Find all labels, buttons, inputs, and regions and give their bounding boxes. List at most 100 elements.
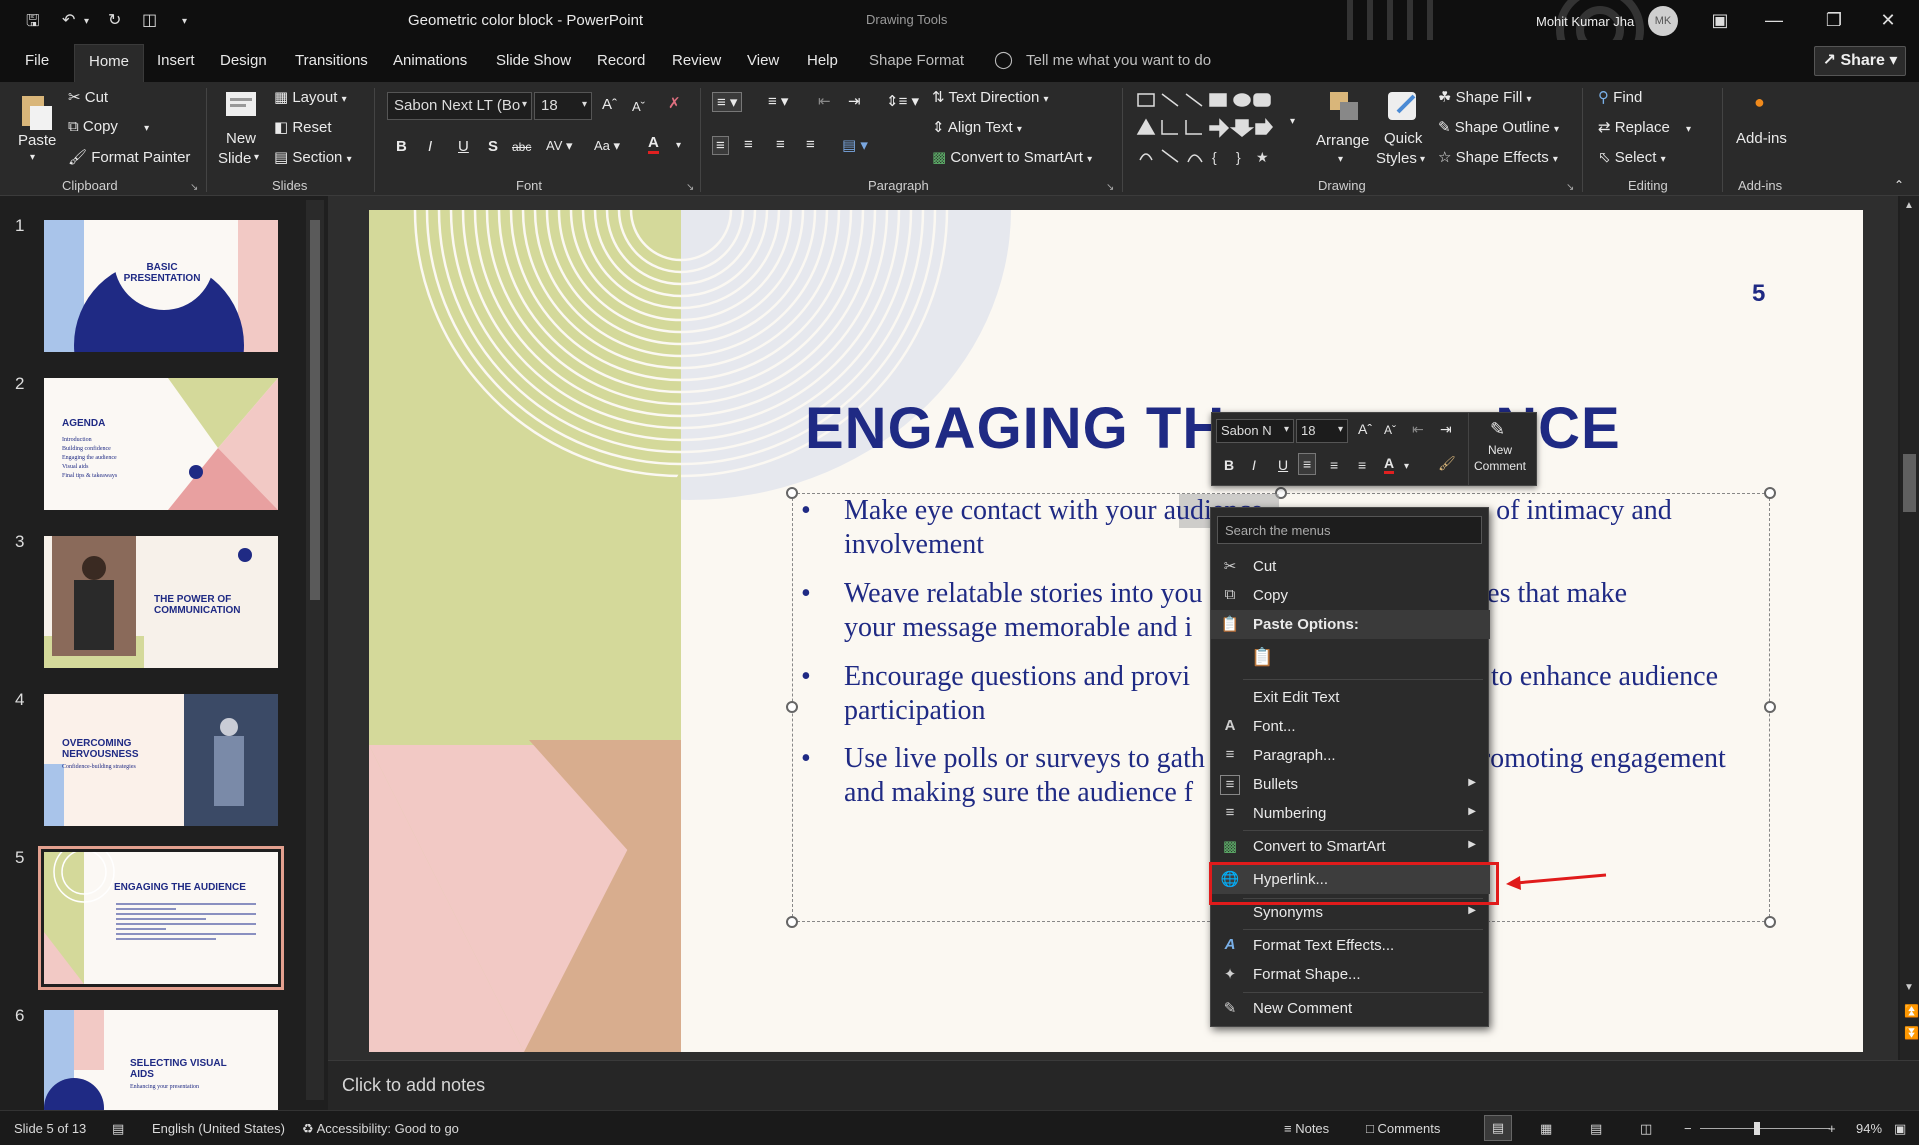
- collapse-ribbon-icon[interactable]: ⌃: [1894, 178, 1904, 192]
- arrange-icon[interactable]: [1326, 88, 1362, 124]
- resize-handle[interactable]: [1764, 487, 1776, 499]
- text-shadow-icon[interactable]: S: [488, 138, 498, 155]
- zoom-level[interactable]: 94%: [1856, 1121, 1882, 1136]
- tab-shape-format[interactable]: Shape Format: [869, 52, 964, 69]
- quick-styles-icon[interactable]: [1384, 88, 1420, 124]
- tab-animations[interactable]: Animations: [393, 52, 467, 69]
- previous-slide-icon[interactable]: ⏫: [1904, 1004, 1919, 1018]
- redo-icon[interactable]: ↻: [108, 10, 121, 32]
- font-color-icon[interactable]: A: [1384, 455, 1395, 474]
- font-color-dropdown-icon[interactable]: ▾: [1404, 461, 1409, 472]
- new-comment-label-2[interactable]: Comment: [1474, 459, 1526, 473]
- arrange-button[interactable]: Arrange: [1316, 132, 1369, 149]
- comments-button[interactable]: □ Comments: [1366, 1121, 1440, 1136]
- align-left-icon[interactable]: ≡: [1298, 453, 1317, 475]
- fit-to-window-icon[interactable]: ▣: [1894, 1121, 1906, 1137]
- scrollbar-thumb[interactable]: [1903, 454, 1916, 512]
- normal-view-icon[interactable]: ▤: [1484, 1115, 1512, 1141]
- quick-styles-label-2[interactable]: Styles: [1376, 150, 1417, 167]
- font-color-icon[interactable]: A: [648, 134, 659, 154]
- quick-styles-dropdown-icon[interactable]: ▾: [1420, 154, 1425, 165]
- slide-thumbnail-2[interactable]: AGENDA Introduction Building confidence …: [44, 378, 278, 510]
- shapes-gallery[interactable]: {} ★: [1136, 90, 1296, 170]
- undo-dropdown-icon[interactable]: ▾: [84, 16, 89, 38]
- slide-vertical-scrollbar[interactable]: ▲ ▼ ⏫ ⏬: [1900, 196, 1919, 1060]
- reading-view-icon[interactable]: ▤: [1590, 1121, 1602, 1137]
- share-button[interactable]: ↗ Share ▾: [1814, 46, 1906, 76]
- tab-view[interactable]: View: [747, 52, 779, 69]
- menu-item-numbering[interactable]: ≡ Numbering ▶: [1211, 799, 1490, 828]
- bold-icon[interactable]: B: [1224, 457, 1234, 473]
- slide-thumbnail-1[interactable]: BASIC PRESENTATION: [44, 220, 278, 352]
- search-menus-input[interactable]: Search the menus: [1217, 516, 1482, 544]
- slide-sorter-icon[interactable]: ▦: [1540, 1121, 1552, 1137]
- strikethrough-icon[interactable]: abc: [512, 140, 531, 154]
- menu-item-cut[interactable]: ✂ Cut: [1211, 552, 1490, 581]
- spell-check-icon[interactable]: ▤: [112, 1121, 124, 1137]
- tab-review[interactable]: Review: [672, 52, 721, 69]
- replace-button[interactable]: ⇄ Replace ▾: [1598, 118, 1691, 136]
- clipboard-launcher-icon[interactable]: ↘: [190, 182, 198, 193]
- decrease-indent-icon[interactable]: ⇤: [818, 92, 831, 110]
- menu-item-convert-smartart[interactable]: ▩ Convert to SmartArt ▶: [1211, 832, 1490, 861]
- scroll-down-icon[interactable]: ▼: [1904, 982, 1914, 993]
- menu-item-format-shape[interactable]: ✦ Format Shape...: [1211, 960, 1490, 989]
- arrange-dropdown-icon[interactable]: ▾: [1338, 154, 1343, 165]
- font-name-combo[interactable]: Sabon Next LT (Bo ▾: [387, 92, 532, 120]
- increase-indent-icon[interactable]: ⇥: [848, 92, 861, 110]
- tab-home[interactable]: Home: [74, 44, 145, 82]
- tab-design[interactable]: Design: [220, 52, 267, 69]
- notes-pane[interactable]: Click to add notes: [328, 1060, 1919, 1110]
- align-text-button[interactable]: ⇕ Align Text ▾: [932, 118, 1022, 136]
- reset-button[interactable]: ◧ Reset: [274, 118, 332, 136]
- present-icon[interactable]: ◫: [142, 10, 157, 32]
- italic-icon[interactable]: I: [428, 138, 432, 155]
- grow-font-icon[interactable]: Aˆ: [1358, 421, 1372, 437]
- new-slide-label-2[interactable]: Slide: [218, 150, 251, 167]
- paste-keep-text-only[interactable]: 📋: [1211, 641, 1490, 675]
- convert-smartart-button[interactable]: ▩ Convert to SmartArt ▾: [932, 148, 1092, 166]
- menu-item-new-comment[interactable]: ✎ New Comment: [1211, 994, 1490, 1023]
- resize-handle[interactable]: [786, 916, 798, 928]
- align-center-icon[interactable]: ≡: [1330, 457, 1338, 473]
- text-direction-button[interactable]: ⇅ Text Direction ▾: [932, 88, 1049, 106]
- tab-transitions[interactable]: Transitions: [295, 52, 368, 69]
- tell-me-search[interactable]: Tell me what you want to do: [1026, 52, 1211, 69]
- undo-icon[interactable]: ↶: [62, 10, 75, 32]
- underline-icon[interactable]: U: [1278, 457, 1288, 473]
- align-center-icon[interactable]: ≡: [744, 136, 753, 153]
- bold-icon[interactable]: B: [396, 138, 407, 155]
- section-button[interactable]: ▤ Section ▾: [274, 148, 352, 166]
- new-slide-icon[interactable]: [222, 88, 262, 122]
- scrollbar-thumb[interactable]: [310, 220, 320, 600]
- copy-button[interactable]: ⧉ Copy ▾: [68, 118, 149, 135]
- new-comment-icon[interactable]: ✎: [1490, 419, 1505, 440]
- font-launcher-icon[interactable]: ↘: [686, 182, 694, 193]
- scroll-up-icon[interactable]: ▲: [1904, 200, 1914, 211]
- slide-thumbnail-5[interactable]: ENGAGING THE AUDIENCE: [38, 846, 284, 990]
- new-slide-dropdown-icon[interactable]: ▾: [254, 152, 259, 163]
- slide-thumbnail-3[interactable]: THE POWER OF COMMUNICATION: [44, 536, 278, 668]
- decrease-indent-icon[interactable]: ⇤: [1412, 421, 1424, 438]
- bullets-icon[interactable]: ≡ ▾: [712, 92, 743, 112]
- font-color-dropdown-icon[interactable]: ▾: [676, 140, 681, 151]
- close-icon[interactable]: ✕: [1868, 6, 1908, 34]
- current-slide[interactable]: 5 ENGAGING TH NCE • Make eye contact with…: [369, 210, 1863, 1052]
- line-spacing-icon[interactable]: ⇕≡ ▾: [886, 92, 919, 110]
- customize-qat-icon[interactable]: ▾: [182, 16, 187, 38]
- add-ins-button[interactable]: Add-ins: [1736, 130, 1787, 147]
- align-right-icon[interactable]: ≡: [776, 136, 785, 153]
- restore-icon[interactable]: ❐: [1814, 6, 1854, 34]
- save-icon[interactable]: 🖫: [26, 10, 40, 32]
- increase-indent-icon[interactable]: ⇥: [1440, 421, 1452, 438]
- slide-thumbnail-4[interactable]: OVERCOMING NERVOUSNESS Confidence-buildi…: [44, 694, 278, 826]
- cut-button[interactable]: ✂ Cut: [68, 88, 108, 106]
- resize-handle[interactable]: [786, 701, 798, 713]
- next-slide-icon[interactable]: ⏬: [1904, 1026, 1919, 1040]
- minimize-icon[interactable]: —: [1754, 6, 1794, 34]
- drawing-launcher-icon[interactable]: ↘: [1566, 182, 1574, 193]
- italic-icon[interactable]: I: [1252, 457, 1256, 473]
- resize-handle[interactable]: [1764, 701, 1776, 713]
- character-spacing-icon[interactable]: AV ▾: [546, 138, 573, 154]
- slide-show-icon[interactable]: ◫: [1640, 1121, 1652, 1137]
